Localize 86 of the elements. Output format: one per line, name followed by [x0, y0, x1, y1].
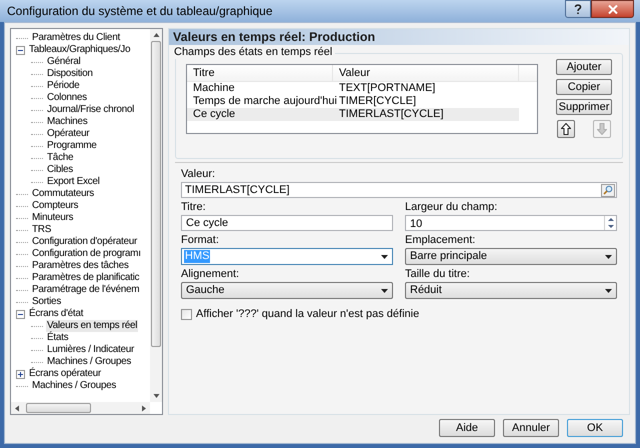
field-value: Gauche	[185, 284, 226, 297]
tree-item[interactable]: Valeurs en temps réel	[46, 320, 138, 332]
dropdown[interactable]: Gauche	[181, 282, 393, 299]
field-label: Alignement:	[181, 268, 240, 282]
tree-item[interactable]: Minuteurs	[31, 212, 74, 224]
field-value: 10	[409, 218, 424, 230]
up-arrow-icon	[561, 123, 571, 135]
list-button[interactable]: Ajouter	[556, 59, 612, 75]
list-cell-text: TIMERLAST[CYCLE]	[338, 108, 444, 121]
tree-item[interactable]: Général	[46, 56, 82, 68]
tree-item[interactable]: Écrans opérateur	[28, 368, 102, 380]
tree-item[interactable]: TRS	[31, 224, 52, 236]
tree-item[interactable]: Cibles	[46, 164, 74, 176]
tree-item[interactable]: États	[46, 332, 70, 344]
dropdown-arrow-icon	[605, 288, 612, 292]
spin-field[interactable]: 10	[405, 215, 617, 231]
tree-item[interactable]: Programme	[46, 140, 98, 152]
collapse-icon[interactable]	[16, 46, 25, 54]
tree-item[interactable]: Machines / Groupes	[31, 380, 118, 392]
vertical-scrollbar[interactable]	[150, 29, 162, 402]
tree-item[interactable]: Export Excel	[46, 176, 101, 188]
close-icon[interactable]	[591, 0, 634, 18]
column-header[interactable]: Valeur	[333, 65, 519, 81]
input-field[interactable]: TIMERLAST[CYCLE]	[181, 182, 617, 198]
list-cell-text: Machine	[192, 82, 236, 95]
field-label: Emplacement:	[405, 234, 476, 248]
field-value: Barre principale	[409, 250, 488, 263]
field-value: Réduit	[409, 284, 443, 297]
move-up-button[interactable]	[557, 120, 575, 138]
field-label: Titre:	[181, 201, 207, 215]
panel-title: Valeurs en temps réel: Production	[173, 28, 376, 46]
search-icon[interactable]	[601, 184, 615, 196]
checkbox[interactable]	[181, 308, 192, 320]
spin-arrows-icon[interactable]	[604, 216, 616, 230]
dropdown-arrow-icon	[605, 254, 612, 258]
checkbox-label: Afficher '???' quand la valeur n'est pas définie	[196, 307, 420, 322]
tree-item[interactable]: Paramètres de planificatic	[31, 272, 140, 284]
tree-item[interactable]: Colonnes	[46, 92, 88, 104]
list-button[interactable]: Supprimer	[556, 99, 612, 115]
tree-item[interactable]: Lumières / Indicateur	[46, 344, 136, 356]
tree-item[interactable]: Paramètres du Client	[31, 32, 121, 44]
down-arrow-icon	[597, 123, 607, 135]
tree-item[interactable]: Sorties	[31, 296, 62, 308]
collapse-icon[interactable]	[16, 310, 25, 318]
tree-item[interactable]: Commutateurs	[31, 188, 95, 200]
tree-item[interactable]: Machines	[46, 116, 88, 128]
list-cell-text: TEXT[PORTNAME]	[338, 82, 436, 95]
list-row[interactable]: Ce cycle TIMERLAST[CYCLE]	[187, 108, 519, 121]
field-label: Taille du titre:	[405, 268, 471, 282]
list-cell-text: Ce cycle	[192, 108, 236, 121]
field-label: Format:	[181, 234, 220, 248]
tree-item[interactable]: Disposition	[46, 68, 94, 80]
list-row[interactable]: Machine TEXT[PORTNAME]	[187, 82, 519, 95]
tree-item[interactable]: Configuration d'opérateur	[31, 236, 138, 248]
tree-item[interactable]: Tableaux/Graphiques/Jo	[28, 44, 132, 56]
tree-item[interactable]: Compteurs	[31, 200, 80, 212]
input-field[interactable]: Ce cycle	[181, 215, 393, 231]
dropdown[interactable]: Réduit	[405, 282, 617, 299]
field-value: TIMERLAST[CYCLE]	[185, 182, 290, 198]
tree-item[interactable]: Écrans d'état	[28, 308, 84, 320]
dropdown-arrow-icon	[381, 288, 388, 292]
field-value: HMS	[184, 250, 210, 263]
horizontal-scrollbar[interactable]	[11, 402, 150, 414]
tree-item[interactable]: Tâche	[46, 152, 74, 164]
tree-item[interactable]: Configuration de programı	[31, 248, 142, 260]
field-value: Ce cycle	[185, 216, 230, 230]
dialog-button[interactable]: OK	[567, 419, 623, 437]
field-label: Valeur:	[181, 168, 216, 182]
list-row[interactable]: Temps de marche aujourd'hui TIMER[CYCLE]	[187, 95, 519, 108]
tree-item[interactable]: Machines / Groupes	[46, 356, 132, 368]
tree-item[interactable]: Paramétrage de l'événem	[31, 284, 140, 296]
tree-item[interactable]: Période	[46, 80, 80, 92]
tree-item[interactable]: Opérateur	[46, 128, 90, 140]
column-header[interactable]: Titre	[187, 65, 333, 81]
window-title: Configuration du système et du tableau/graphique	[7, 3, 273, 20]
dialog-button[interactable]: Aide	[439, 419, 495, 437]
help-icon[interactable]	[565, 0, 591, 18]
group-title: Champs des états en temps réel	[174, 46, 336, 59]
list-button[interactable]: Copier	[556, 79, 612, 95]
dropdown[interactable]: Barre principale	[405, 248, 617, 265]
field-label: Largeur du champ:	[405, 201, 498, 215]
expand-icon[interactable]	[16, 370, 25, 378]
dropdown-arrow-icon	[381, 254, 388, 258]
tree-item[interactable]: Paramètres des tâches	[31, 260, 130, 272]
tree-item[interactable]: Journal/Frise chronol	[46, 104, 136, 116]
dialog-button[interactable]: Annuler	[503, 419, 559, 437]
